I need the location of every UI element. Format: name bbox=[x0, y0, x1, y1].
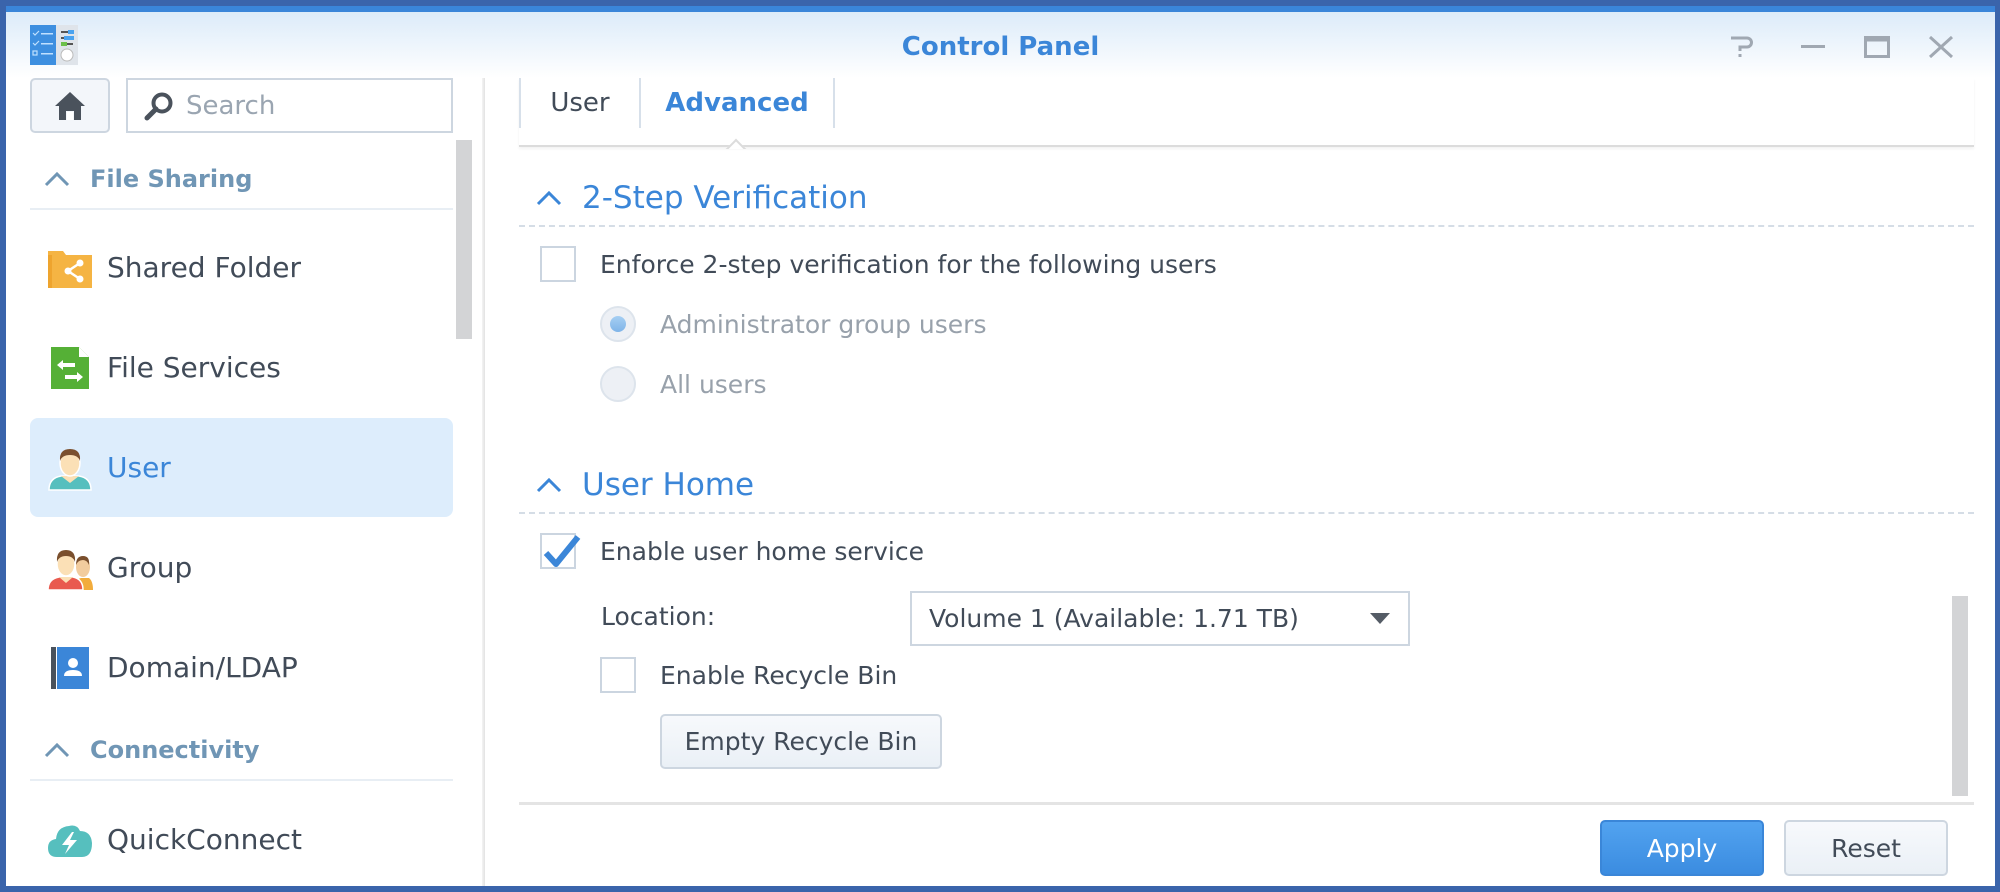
quickconnect-icon bbox=[47, 817, 93, 863]
location-dropdown[interactable]: Volume 1 (Available: 1.71 TB) bbox=[910, 591, 1410, 646]
radio-administrator-group-users[interactable]: Administrator group users bbox=[600, 306, 986, 342]
tab-user[interactable]: User bbox=[519, 78, 639, 128]
reset-button[interactable]: Reset bbox=[1784, 820, 1948, 876]
search-input[interactable] bbox=[186, 90, 446, 121]
control-panel-window: Control Panel Search File Sharing Shared… bbox=[6, 6, 1995, 886]
home-icon bbox=[55, 91, 85, 120]
sidebar-item-domain-ldap[interactable]: Domain/LDAP bbox=[30, 618, 453, 717]
radio-label: All users bbox=[660, 369, 767, 399]
minimize-button[interactable] bbox=[1800, 36, 1826, 58]
enable-user-home-checkbox[interactable]: Enable user home service bbox=[540, 533, 924, 569]
radio-button[interactable] bbox=[600, 366, 636, 402]
checkbox-label: Enable user home service bbox=[600, 536, 924, 566]
empty-recycle-bin-button[interactable]: Empty Recycle Bin bbox=[660, 714, 942, 769]
section-title: 2-Step Verification bbox=[582, 180, 868, 216]
minimize-icon bbox=[1801, 45, 1825, 48]
title-bar[interactable]: Control Panel bbox=[6, 12, 1995, 78]
chevron-up-icon bbox=[536, 477, 562, 493]
sidebar-item-label: Shared Folder bbox=[107, 251, 302, 284]
user-icon bbox=[47, 445, 93, 491]
sidebar-item-label: File Services bbox=[107, 351, 281, 384]
group-header-label: Connectivity bbox=[90, 736, 260, 764]
chevron-up-icon bbox=[44, 742, 70, 758]
file-services-icon bbox=[47, 345, 93, 391]
checkbox-label: Enable Recycle Bin bbox=[660, 660, 898, 690]
location-label: Location: bbox=[601, 602, 716, 631]
sidebar-item-label: Domain/LDAP bbox=[107, 651, 298, 684]
sidebar-item-user[interactable]: User bbox=[30, 418, 453, 517]
sidebar-item-label: Group bbox=[107, 551, 193, 584]
sidebar-scrollbar[interactable] bbox=[456, 140, 472, 339]
sidebar-item-label: QuickConnect bbox=[107, 823, 302, 856]
chevron-up-icon bbox=[536, 190, 562, 206]
sidebar: File Sharing Shared Folder bbox=[6, 78, 485, 886]
section-header-2-step-verification[interactable]: 2-Step Verification bbox=[519, 171, 1974, 227]
enable-recycle-bin-checkbox[interactable]: Enable Recycle Bin bbox=[600, 657, 897, 693]
help-button[interactable] bbox=[1729, 36, 1755, 58]
tab-bar: User Advanced bbox=[519, 78, 1974, 147]
group-header-label: File Sharing bbox=[90, 165, 253, 193]
home-button[interactable] bbox=[30, 78, 110, 133]
radio-button[interactable] bbox=[600, 306, 636, 342]
sidebar-item-shared-folder[interactable]: Shared Folder bbox=[30, 218, 453, 317]
tab-advanced[interactable]: Advanced bbox=[639, 78, 833, 128]
chevron-up-icon bbox=[44, 171, 70, 187]
tab-separator bbox=[833, 78, 835, 128]
main-content: User Advanced 2-Step Verification Enforc… bbox=[484, 78, 1995, 886]
sidebar-item-file-services[interactable]: File Services bbox=[30, 318, 453, 417]
location-value: Volume 1 (Available: 1.71 TB) bbox=[929, 604, 1299, 633]
group-header-connectivity[interactable]: Connectivity bbox=[30, 721, 453, 781]
group-header-file-sharing[interactable]: File Sharing bbox=[30, 150, 453, 210]
apply-button[interactable]: Apply bbox=[1600, 820, 1764, 876]
sidebar-item-label: User bbox=[107, 451, 171, 484]
footer-divider bbox=[519, 802, 1974, 805]
close-button[interactable] bbox=[1928, 35, 1954, 59]
checkbox[interactable] bbox=[540, 246, 576, 282]
group-icon bbox=[47, 545, 93, 591]
active-tab-pointer bbox=[725, 138, 747, 149]
checkbox[interactable] bbox=[540, 533, 581, 569]
help-icon bbox=[1731, 36, 1753, 57]
shared-folder-icon bbox=[47, 245, 93, 291]
checkbox-label: Enforce 2-step verification for the foll… bbox=[600, 249, 1217, 279]
sidebar-item-group[interactable]: Group bbox=[30, 518, 453, 617]
search-icon bbox=[144, 92, 173, 120]
section-title: User Home bbox=[582, 467, 755, 503]
close-icon bbox=[1928, 35, 1954, 59]
radio-all-users[interactable]: All users bbox=[600, 366, 767, 402]
checkbox[interactable] bbox=[600, 657, 636, 693]
content-scrollbar[interactable] bbox=[1952, 596, 1968, 796]
maximize-icon bbox=[1864, 36, 1890, 58]
search-field[interactable] bbox=[126, 78, 453, 133]
sidebar-item-quickconnect[interactable]: QuickConnect bbox=[30, 790, 453, 886]
section-header-user-home[interactable]: User Home bbox=[519, 458, 1974, 514]
checkmark-icon bbox=[543, 535, 581, 567]
enforce-2-step-checkbox[interactable]: Enforce 2-step verification for the foll… bbox=[540, 246, 1217, 282]
window-title: Control Panel bbox=[901, 32, 1100, 62]
dropdown-arrow-icon bbox=[1370, 613, 1390, 624]
domain-ldap-icon bbox=[47, 645, 93, 691]
radio-label: Administrator group users bbox=[660, 309, 987, 339]
maximize-button[interactable] bbox=[1864, 36, 1890, 58]
